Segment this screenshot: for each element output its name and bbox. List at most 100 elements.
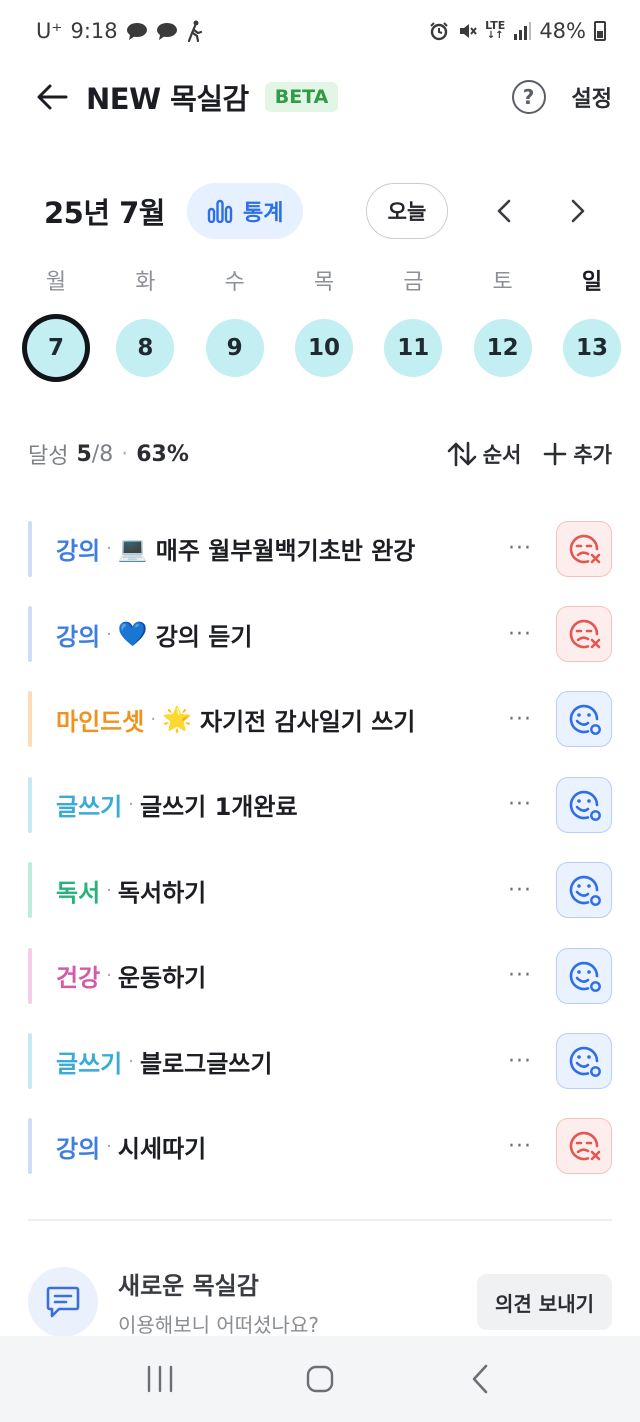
more-options-button[interactable]: ··· xyxy=(500,785,540,825)
task-title: 운동하기 xyxy=(117,964,207,993)
status-left: U⁺ 9:18 xyxy=(36,19,204,43)
task-title: 강의 듣기 xyxy=(155,622,253,651)
date-cell[interactable]: 10 xyxy=(294,319,353,377)
date-cell[interactable]: 8 xyxy=(116,319,175,377)
task-separator: · xyxy=(106,879,112,901)
add-label: 추가 xyxy=(573,443,612,467)
bar-chart-icon xyxy=(207,199,233,223)
task-separator: · xyxy=(150,708,157,730)
task-category: 강의 xyxy=(56,537,101,566)
task-text: 강의 · 💙 강의 듣기 xyxy=(56,617,492,652)
task-separator: · xyxy=(128,794,134,816)
page-title: NEW 목실감 xyxy=(86,82,249,116)
task-title: 독서하기 xyxy=(117,878,207,907)
more-options-button[interactable]: ··· xyxy=(500,1041,540,1081)
prev-week-button[interactable] xyxy=(486,193,522,229)
system-back-button[interactable] xyxy=(450,1349,510,1409)
system-navigation-bar xyxy=(0,1336,640,1422)
smile-face-icon[interactable] xyxy=(556,1033,612,1090)
achievement-label: 달성 xyxy=(28,444,69,469)
settings-button[interactable]: 설정 xyxy=(572,81,612,113)
sort-arrows-icon xyxy=(447,441,477,467)
smile-face-icon[interactable] xyxy=(556,691,612,748)
feedback-text: 새로운 목실감 이용해보니 어떠셨나요? xyxy=(118,1266,477,1338)
back-button[interactable] xyxy=(32,77,72,117)
arrow-left-icon xyxy=(37,84,68,110)
weekday-label: 월 xyxy=(45,270,67,295)
task-row[interactable]: 강의 · 💙 강의 듣기 ··· xyxy=(28,591,612,676)
today-button[interactable]: 오늘 xyxy=(366,183,448,239)
task-text: 건강 · 운동하기 xyxy=(56,958,492,993)
sad-face-icon[interactable] xyxy=(556,1118,612,1175)
more-options-button[interactable]: ··· xyxy=(500,699,540,739)
question-icon: ? xyxy=(522,85,535,109)
task-category: 글쓰기 xyxy=(56,1049,123,1078)
status-right: LTE ↓↑ 48% xyxy=(429,19,606,43)
help-button[interactable]: ? xyxy=(511,80,546,114)
task-text: 글쓰기 · 글쓰기 1개완료 xyxy=(56,787,492,822)
feedback-card: 새로운 목실감 이용해보니 어떠셨나요? 의견 보내기 xyxy=(28,1262,612,1342)
more-options-button[interactable]: ··· xyxy=(500,529,540,569)
task-row[interactable]: 글쓰기 · 블로그글쓰기 ··· xyxy=(28,1018,612,1103)
date-row: 7 8 9 10 11 12 13 xyxy=(24,316,624,380)
chat-bubble-icon xyxy=(156,22,178,40)
status-bar: U⁺ 9:18 LTE ↓↑ 48% xyxy=(0,0,640,62)
more-options-button[interactable]: ··· xyxy=(500,956,540,996)
feedback-subtitle: 이용해보니 어떠셨나요? xyxy=(118,1313,319,1337)
task-row[interactable]: 강의 · 💻 매주 월부월백기초반 완강 ··· xyxy=(28,506,612,591)
home-button[interactable] xyxy=(290,1349,350,1409)
chat-bubble-icon xyxy=(126,22,148,40)
sad-face-icon[interactable] xyxy=(556,606,612,663)
task-row[interactable]: 독서 · 독서하기 ··· xyxy=(28,848,612,933)
sad-face-icon[interactable] xyxy=(556,520,612,577)
home-icon xyxy=(306,1365,334,1393)
walking-icon xyxy=(186,20,204,42)
date-cell[interactable]: 12 xyxy=(473,319,532,377)
task-emoji-icon: 💻 xyxy=(117,534,148,563)
weekday-label: 목 xyxy=(313,270,335,295)
category-color-bar xyxy=(28,691,32,748)
task-title: 자기전 감사일기 쓰기 xyxy=(199,707,416,736)
task-row[interactable]: 건강 · 운동하기 ··· xyxy=(28,933,612,1018)
date-cell[interactable]: 7 xyxy=(27,319,85,377)
weekday-label: 금 xyxy=(403,270,424,295)
battery-icon xyxy=(594,21,606,41)
mute-icon xyxy=(457,21,477,41)
task-list: 강의 · 💻 매주 월부월백기초반 완강 ··· 강의 · 💙 강의 듣기 ··· 마인드셋 · 🌟 자기… xyxy=(28,506,612,1189)
smile-face-icon[interactable] xyxy=(556,862,612,919)
task-category: 글쓰기 xyxy=(56,793,123,822)
sort-label: 순서 xyxy=(482,443,522,467)
task-row[interactable]: 강의 · 시세따기 ··· xyxy=(28,1104,612,1189)
task-separator: · xyxy=(106,538,112,560)
separator-dot: · xyxy=(121,441,129,467)
task-text: 글쓰기 · 블로그글쓰기 xyxy=(56,1044,492,1079)
add-button[interactable]: 추가 xyxy=(543,439,612,469)
weekday-row: 월 화 수 목 금 토 일 xyxy=(24,264,624,296)
date-cell[interactable]: 9 xyxy=(205,319,264,377)
divider xyxy=(28,1219,612,1221)
task-category: 강의 xyxy=(56,1134,101,1163)
date-cell[interactable]: 13 xyxy=(562,319,621,377)
date-cell[interactable]: 11 xyxy=(384,319,443,377)
sort-button[interactable]: 순서 xyxy=(447,439,522,469)
stats-button[interactable]: 통계 xyxy=(187,183,304,239)
task-category: 강의 xyxy=(56,622,101,651)
recent-apps-button[interactable] xyxy=(130,1349,190,1409)
task-separator: · xyxy=(106,965,112,987)
next-week-button[interactable] xyxy=(560,193,596,229)
smile-face-icon[interactable] xyxy=(556,776,612,833)
task-title: 시세따기 xyxy=(117,1134,207,1163)
task-row[interactable]: 글쓰기 · 글쓰기 1개완료 ··· xyxy=(28,762,612,847)
more-options-button[interactable]: ··· xyxy=(500,870,540,910)
month-title: 25년 7월 xyxy=(44,196,166,230)
recent-apps-icon xyxy=(147,1365,173,1393)
smile-face-icon[interactable] xyxy=(556,947,612,1004)
more-options-button[interactable]: ··· xyxy=(500,1126,540,1166)
task-emoji-icon: 💙 xyxy=(117,620,148,649)
task-separator: · xyxy=(106,623,112,645)
task-row[interactable]: 마인드셋 · 🌟 자기전 감사일기 쓰기 ··· xyxy=(28,677,612,762)
more-options-button[interactable]: ··· xyxy=(500,614,540,654)
task-title: 블로그글쓰기 xyxy=(139,1049,273,1078)
send-feedback-button[interactable]: 의견 보내기 xyxy=(477,1274,612,1330)
achievement-done: 5 xyxy=(76,441,92,467)
